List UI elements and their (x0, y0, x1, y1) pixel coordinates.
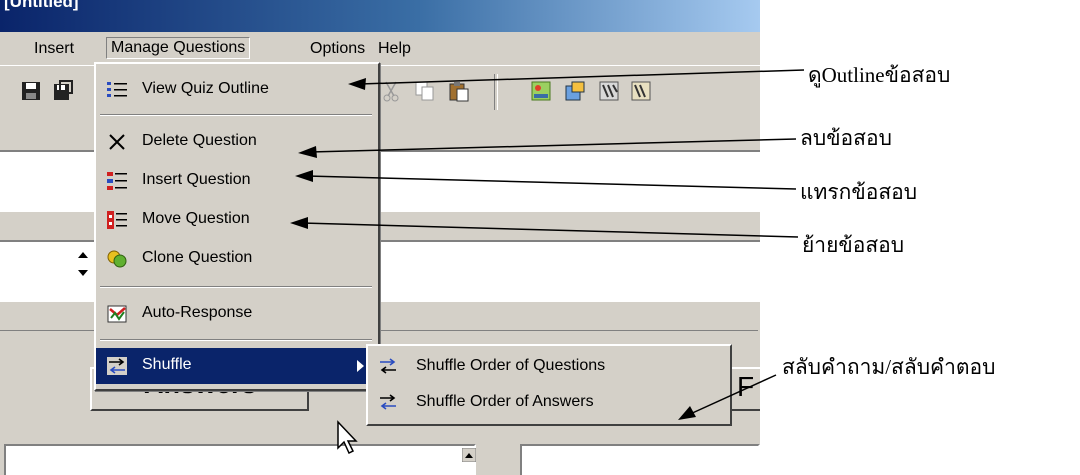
save-as-icon[interactable] (52, 80, 74, 102)
window-title: [Untitled] (4, 0, 79, 11)
copy-icon[interactable] (414, 80, 436, 102)
menu-insert[interactable]: Insert (30, 39, 78, 59)
menu-item-delete-question[interactable]: Delete Question (96, 124, 378, 160)
title-bar: [Untitled] (0, 0, 760, 32)
submenu-item-shuffle-questions[interactable]: Shuffle Order of Questions (368, 348, 730, 384)
menu-item-view-quiz-outline[interactable]: View Quiz Outline (96, 72, 378, 108)
menu-item-auto-response[interactable]: Auto-Response (96, 296, 378, 332)
menu-manage-questions[interactable]: Manage Questions (106, 37, 251, 59)
annotation-view-outline: ดูOutlineข้อสอบ (808, 63, 951, 87)
menu-item-clone-question[interactable]: Clone Question (96, 241, 378, 277)
shuffle-questions-icon (380, 358, 396, 374)
menu-item-label: View Quiz Outline (142, 80, 269, 97)
move-question-icon (107, 211, 127, 229)
scroll-up-icon[interactable] (462, 448, 476, 462)
menu-item-move-question[interactable]: Move Question (96, 202, 378, 238)
media2-icon[interactable] (630, 80, 652, 102)
submenu-arrow-icon (357, 360, 364, 372)
save-icon[interactable] (20, 80, 42, 102)
annotation-insert: แทรกข้อสอบ (800, 180, 918, 204)
right-list-panel (520, 444, 760, 475)
annotation-shuffle: สลับคำถาม/สลับคำตอบ (782, 355, 996, 379)
menu-item-label: Clone Question (142, 249, 253, 266)
media-icon[interactable] (598, 80, 620, 102)
menu-separator (100, 339, 372, 341)
answers-list-panel (4, 444, 476, 475)
menu-item-label: Insert Question (142, 171, 251, 188)
submenu-item-label: Shuffle Order of Questions (416, 357, 606, 374)
shuffle-answers-icon (380, 394, 396, 410)
picture-icon[interactable] (530, 80, 552, 102)
menu-separator (100, 114, 372, 116)
spin-arrows-icon[interactable] (76, 244, 90, 284)
insert-question-icon (107, 172, 127, 190)
submenu-item-shuffle-answers[interactable]: Shuffle Order of Answers (368, 384, 730, 420)
menu-item-label: Shuffle (142, 356, 192, 373)
menu-item-insert-question[interactable]: Insert Question (96, 163, 378, 199)
shuffle-icon (107, 357, 127, 375)
menu-options[interactable]: Options (306, 39, 369, 59)
f-button[interactable]: F (730, 367, 760, 411)
paste-icon[interactable] (448, 80, 470, 102)
submenu-item-label: Shuffle Order of Answers (416, 393, 594, 410)
menu-item-shuffle[interactable]: Shuffle (96, 348, 378, 384)
cut-icon[interactable] (380, 80, 402, 102)
shuffle-submenu: Shuffle Order of Questions Shuffle Order… (366, 344, 732, 426)
window-icon[interactable] (564, 80, 586, 102)
toolbar-separator (494, 74, 498, 110)
menu-item-label: Auto-Response (142, 304, 253, 321)
auto-response-icon (107, 305, 127, 323)
annotation-delete: ลบข้อสอบ (800, 126, 892, 150)
f-button-label: F (737, 371, 755, 402)
annotation-move: ย้ายข้อสอบ (802, 233, 905, 257)
menu-item-label: Move Question (142, 210, 250, 227)
outline-icon (107, 82, 127, 97)
manage-questions-menu: View Quiz Outline Delete Question Insert… (94, 62, 380, 391)
menu-separator (100, 286, 372, 288)
menu-help[interactable]: Help (374, 39, 415, 59)
menu-item-label: Delete Question (142, 132, 257, 149)
delete-x-icon (109, 134, 125, 150)
mouse-cursor-icon (337, 420, 358, 455)
clone-question-icon (107, 250, 127, 268)
